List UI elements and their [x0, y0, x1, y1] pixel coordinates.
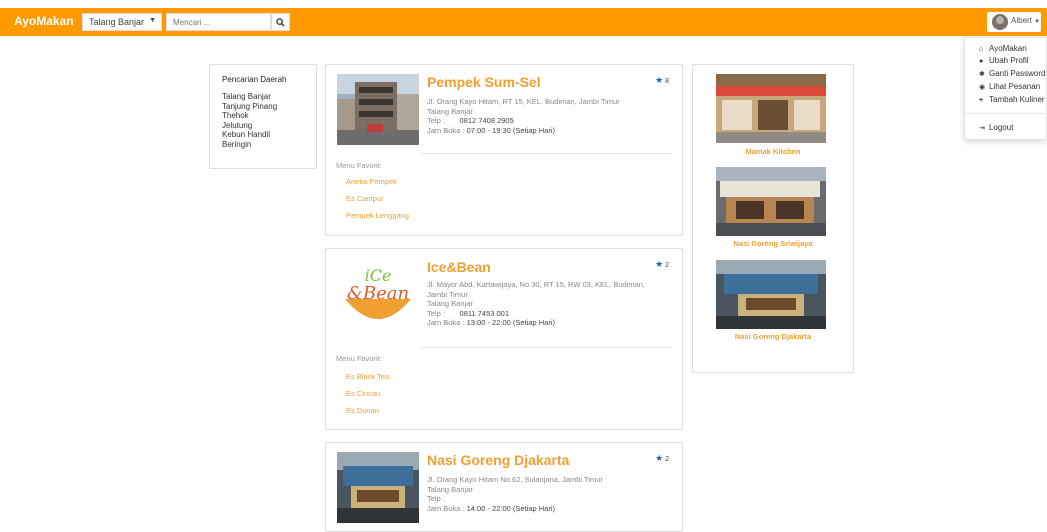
area-item[interactable]: Beringin	[222, 140, 277, 150]
divider	[421, 347, 673, 348]
menu-item-home[interactable]: ⌂ AyoMakan	[979, 44, 1027, 53]
avatar	[992, 14, 1008, 30]
star-icon: ★	[655, 259, 664, 269]
restaurant-area: Talang Banjar	[427, 484, 473, 494]
restaurant-phone: Telp :	[427, 494, 445, 503]
user-dropdown-menu: ⌂ AyoMakan ● Ubah Profil ✱ Ganti Password ◉…	[964, 37, 1047, 140]
menu-item[interactable]: Es Black Tea	[346, 368, 389, 385]
region-select-value: Talang Banjar	[89, 17, 145, 27]
star-icon: ★	[655, 75, 664, 85]
menu-item[interactable]: Aneka Pempek	[346, 173, 409, 190]
user-menu-button[interactable]: Albert ▼	[987, 12, 1041, 32]
search-button[interactable]	[271, 13, 290, 31]
recommendation-name[interactable]: Nasi Goreng Djakarta	[693, 332, 853, 341]
recommendation-name[interactable]: Nasi Goreng Sriwijaya	[693, 239, 853, 248]
area-search-panel: Pencarian Daerah Talang Banjar Tanjung P…	[209, 64, 317, 169]
svg-text:&Bean: &Bean	[347, 283, 409, 304]
restaurant-logo[interactable]: iCe &Bean	[337, 261, 419, 332]
caret-down-icon: ▼	[1034, 19, 1041, 25]
restaurant-photo[interactable]	[337, 452, 419, 523]
restaurant-details: Jl. Orang Kayo Hitam No.62, Sulanjana, J…	[427, 475, 662, 513]
restaurant-address: Jl. Orang Kayo Hitam, RT 15, KEL. Budima…	[427, 97, 620, 106]
home-icon: ⌂	[979, 46, 984, 53]
recommendation-photo[interactable]	[716, 167, 826, 236]
user-name: Albert	[1011, 16, 1032, 25]
menu-item[interactable]: Es Campur	[346, 190, 409, 207]
recommendation-photo[interactable]	[716, 260, 826, 329]
divider	[421, 153, 673, 154]
plus-icon: +	[979, 97, 984, 104]
restaurant-details: Jl. Orang Kayo Hitam, RT 15, KEL. Budima…	[427, 97, 662, 135]
top-navbar: AyoMakan Talang Banjar ▼ Albert ▼	[0, 8, 1047, 36]
caret-down-icon: ▼	[149, 17, 156, 24]
rating-badge: ★ 2	[655, 453, 669, 463]
user-icon: ●	[979, 58, 984, 65]
star-icon: ★	[655, 453, 664, 463]
restaurant-name[interactable]: Ice&Bean	[427, 259, 491, 275]
restaurant-details: Jl. Mayor Abd. Kartawijaya, No 30, RT 15…	[427, 280, 662, 328]
gear-icon: ✱	[979, 71, 985, 78]
favorite-menu-list: Aneka Pempek Es Campur Pempek Lenggang	[346, 173, 409, 224]
menu-item[interactable]: Es Cincau	[346, 385, 389, 402]
rating-badge: ★ 8	[655, 75, 669, 85]
region-select[interactable]: Talang Banjar ▼	[82, 13, 162, 31]
favorite-menu-label: Menu Favorit:	[336, 161, 382, 170]
area-item[interactable]: Jelutung	[222, 121, 277, 131]
restaurant-card: Nasi Goreng Djakarta ★ 2 Jl. Orang Kayo …	[325, 442, 683, 532]
restaurant-address: Jl. Mayor Abd. Kartawijaya, No 30, RT 15…	[427, 280, 646, 299]
area-item[interactable]: Tanjung Pinang	[222, 102, 277, 112]
restaurant-hours: Jam Buka : 13:00 - 22:00 (Setiap Hari)	[427, 318, 555, 327]
search-icon	[276, 18, 285, 27]
menu-item-edit-profile[interactable]: ● Ubah Profil	[979, 56, 1029, 65]
area-search-title: Pencarian Daerah	[222, 75, 287, 84]
restaurant-address: Jl. Orang Kayo Hitam No.62, Sulanjana, J…	[427, 475, 603, 484]
restaurant-card: Pempek Sum-Sel ★ 8 Jl. Orang Kayo Hitam,…	[325, 64, 683, 236]
brand-logo[interactable]: AyoMakan	[14, 14, 74, 28]
area-item[interactable]: Thehok	[222, 111, 277, 121]
recommendation-panel: Mamak Kitchen Nasi Goreng Sriwijaya Nasi…	[692, 64, 854, 373]
area-item[interactable]: Kebun Handil	[222, 130, 277, 140]
restaurant-hours: Jam Buka : 14:00 - 22:00 (Setiap Hari)	[427, 503, 555, 513]
menu-divider	[965, 113, 1046, 114]
restaurant-phone: Telp : 0812 7408 2905	[427, 116, 514, 125]
eye-icon: ◉	[979, 84, 986, 91]
menu-item-logout[interactable]: ⇥ Logout	[979, 123, 1013, 132]
area-list: Talang Banjar Tanjung Pinang Thehok Jelu…	[222, 92, 277, 149]
favorite-menu-label: Menu Favorit:	[336, 354, 382, 363]
restaurant-area: Talang Banjar	[427, 299, 473, 308]
restaurant-name[interactable]: Nasi Goreng Djakarta	[427, 452, 569, 468]
restaurant-area: Talang Banjar	[427, 106, 473, 116]
logout-icon: ⇥	[979, 125, 985, 132]
menu-item-change-password[interactable]: ✱ Ganti Password	[979, 69, 1045, 78]
restaurant-photo[interactable]	[337, 74, 419, 145]
area-item[interactable]: Talang Banjar	[222, 92, 277, 102]
search-input[interactable]	[166, 13, 271, 31]
restaurant-name[interactable]: Pempek Sum-Sel	[427, 74, 541, 90]
restaurant-hours: Jam Buka : 07:00 - 19:30 (Setiap Hari)	[427, 125, 555, 135]
restaurant-phone: Telp : 0811 7453 001	[427, 308, 510, 318]
menu-item-view-orders[interactable]: ◉ Lihat Pesanan	[979, 82, 1040, 91]
recommendation-photo[interactable]	[716, 74, 826, 143]
menu-item[interactable]: Pempek Lenggang	[346, 207, 409, 224]
rating-badge: ★ 2	[655, 259, 669, 269]
restaurant-card: iCe &Bean Ice&Bean ★ 2 Jl. Mayor Abd. Ka…	[325, 248, 683, 430]
recommendation-name[interactable]: Mamak Kitchen	[693, 147, 853, 156]
favorite-menu-list: Es Black Tea Es Cincau Es Durian	[346, 368, 389, 419]
menu-item[interactable]: Es Durian	[346, 402, 389, 419]
menu-item-add-culinary[interactable]: + Tambah Kuliner	[979, 95, 1045, 104]
